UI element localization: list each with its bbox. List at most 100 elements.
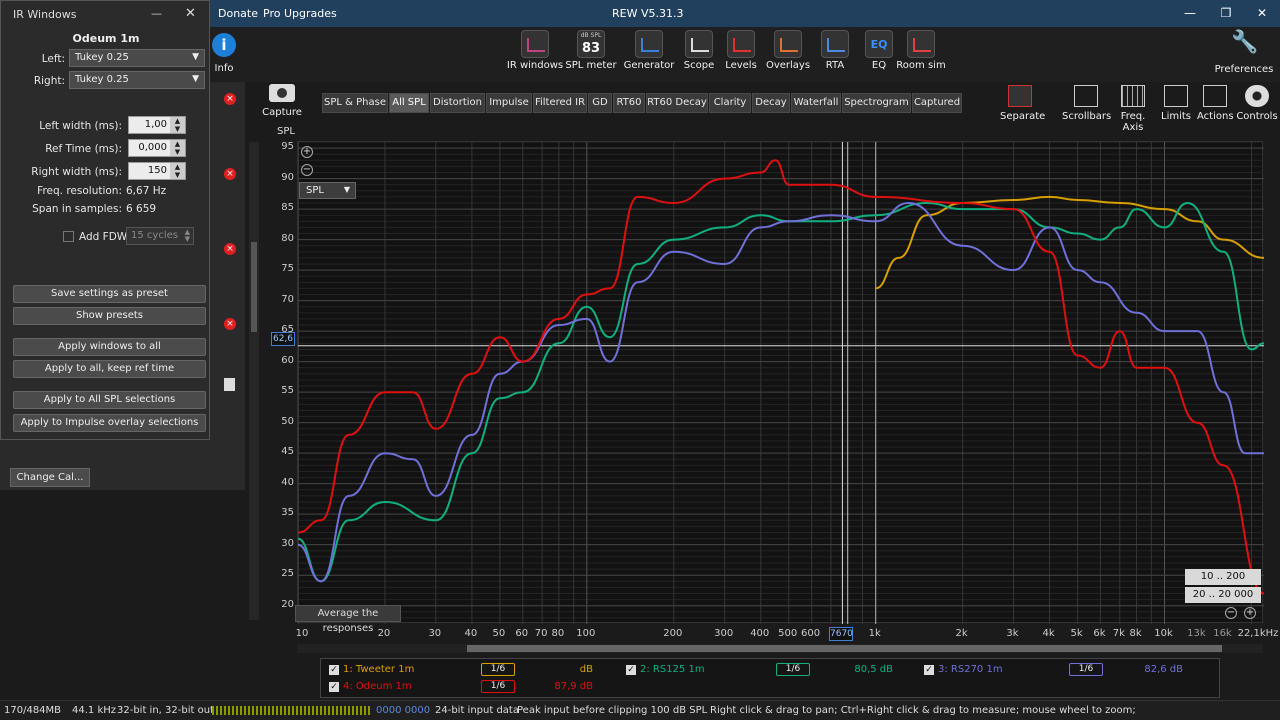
spinner-icon[interactable]: ▲ ▼ (170, 117, 185, 133)
tab-clarity[interactable]: Clarity (709, 93, 751, 113)
x-tick-label: 22,1kHz (1237, 628, 1279, 639)
left-window-select[interactable]: Tukey 0.25 ▼ (69, 49, 205, 67)
series-line-1 (875, 195, 1264, 290)
legend-checkbox[interactable]: ✓ (329, 682, 339, 692)
apply-impulse-overlay-button[interactable]: Apply to Impulse overlay selections (13, 414, 206, 432)
level-meters (212, 706, 370, 715)
tab-rt60[interactable]: RT60 (613, 93, 645, 113)
chevron-down-icon: ▼ (192, 52, 199, 62)
legend-checkbox[interactable]: ✓ (626, 665, 636, 675)
spl-selector[interactable]: SPL ▼ (299, 182, 356, 199)
freq-resolution-label: Freq. resolution: (37, 185, 122, 197)
tab-filtered-ir[interactable]: Filtered IR (533, 93, 587, 113)
left-width-value: 1,00 (144, 119, 167, 130)
legend-checkbox[interactable]: ✓ (924, 665, 934, 675)
spl-graph-svg[interactable] (298, 142, 1264, 624)
tab-decay[interactable]: Decay (752, 93, 790, 113)
add-fdw-checkbox[interactable] (63, 231, 74, 242)
zoom-in-icon[interactable]: + (301, 146, 313, 158)
right-width-field[interactable]: 150 ▲ ▼ (128, 162, 186, 180)
range-button-20-20000[interactable]: 20 .. 20 000 (1185, 587, 1261, 603)
remove-measurement-icon[interactable]: × (224, 168, 236, 180)
tab-gd[interactable]: GD (588, 93, 612, 113)
ref-time-value: 0,000 (138, 142, 167, 153)
tool-scrollbars[interactable]: Scrollbars (1062, 85, 1112, 122)
span-samples-label: Span in samples: (32, 203, 122, 215)
tool-room-sim[interactable]: Room sim (892, 27, 950, 71)
overlays-icon (774, 30, 802, 58)
tab-impulse[interactable]: Impulse (486, 93, 532, 113)
maximize-icon[interactable]: ❐ (1212, 4, 1240, 22)
smoothing-button[interactable]: 1/6 (481, 680, 515, 693)
minimize-icon[interactable]: — (1176, 4, 1204, 22)
zoom-out-icon[interactable]: − (301, 164, 313, 176)
tab-spectrogram[interactable]: Spectrogram (842, 93, 911, 113)
tool-label: Scrollbars (1062, 111, 1112, 122)
meter-readout: 0000 0000 (376, 705, 431, 716)
preferences-button[interactable]: 🔧 Preferences (1214, 30, 1274, 75)
zoom-out-x-icon[interactable]: − (1225, 607, 1237, 619)
limits-icon (1164, 85, 1188, 107)
spinner-icon[interactable]: ▲ ▼ (170, 163, 185, 179)
left-scrollbar[interactable] (249, 142, 259, 620)
tab-waterfall[interactable]: Waterfall (791, 93, 841, 113)
zoom-in-x-icon[interactable]: + (1244, 607, 1256, 619)
spl-selector-value: SPL (306, 185, 324, 196)
legend-checkbox[interactable]: ✓ (329, 665, 339, 675)
capture-button[interactable]: Capture (262, 84, 302, 118)
apply-windows-all-button[interactable]: Apply windows to all (13, 338, 206, 356)
x-tick-label: 100 (576, 628, 596, 639)
y-tick-label: 45 (281, 446, 294, 458)
smoothing-button[interactable]: 1/6 (481, 663, 515, 676)
right-window-select[interactable]: Tukey 0.25 ▼ (69, 71, 205, 89)
menu-donate[interactable]: Donate (218, 7, 258, 20)
tool-limits[interactable]: Limits (1158, 85, 1194, 122)
tab-all-spl[interactable]: All SPL (389, 93, 429, 113)
remove-measurement-icon[interactable]: × (224, 243, 236, 255)
average-responses-button[interactable]: Average the responses (295, 605, 401, 634)
tab-captured[interactable]: Captured (912, 93, 962, 113)
tool-label: Limits (1161, 111, 1191, 122)
dialog-minimize-icon[interactable]: — (151, 7, 162, 20)
measurement-icons-column: × × × × (218, 88, 244, 398)
notes-icon[interactable] (224, 378, 235, 391)
fdw-cycles-field[interactable]: 15 cycles ▲ ▼ (126, 227, 194, 245)
menu-pro-upgrades[interactable]: Pro Upgrades (263, 7, 337, 20)
close-icon[interactable]: ✕ (1248, 4, 1276, 22)
tool-freq-axis[interactable]: Freq. Axis (1111, 85, 1155, 133)
apply-all-keep-ref-button[interactable]: Apply to all, keep ref time (13, 360, 206, 378)
spinner-icon[interactable]: ▲ ▼ (170, 140, 185, 156)
chevron-down-icon: ▼ (192, 74, 199, 84)
remove-measurement-icon[interactable]: × (224, 318, 236, 330)
tool-actions[interactable]: Actions (1197, 85, 1234, 122)
spl-axis-label: SPL (277, 126, 295, 137)
tool-separate[interactable]: Separate (1000, 85, 1045, 122)
left-width-field[interactable]: 1,00 ▲ ▼ (128, 116, 186, 134)
apply-all-spl-button[interactable]: Apply to All SPL selections (13, 391, 206, 409)
tab-rt60-decay[interactable]: RT60 Decay (646, 93, 708, 113)
range-button-10-200[interactable]: 10 .. 200 (1185, 569, 1261, 585)
smoothing-button[interactable]: 1/6 (1069, 663, 1103, 676)
tab-spl-phase[interactable]: SPL & Phase (322, 93, 388, 113)
left-window-label: Left: (41, 53, 65, 65)
left-width-label: Left width (ms): (39, 120, 122, 132)
spl-graph[interactable]: + − SPL ▼ Average the responses 10 .. 20… (295, 141, 1264, 634)
smoothing-button[interactable]: 1/6 (776, 663, 810, 676)
x-tick-label: 40 (464, 628, 478, 639)
tool-spl-meter[interactable]: dB SPL 83 SPL meter (562, 27, 620, 71)
tool-ir-windows[interactable]: IR windows (506, 27, 564, 71)
ref-time-field[interactable]: 0,000 ▲ ▼ (128, 139, 186, 157)
actions-icon (1203, 85, 1227, 107)
y-tick-label: 25 (281, 568, 294, 580)
tool-label: Actions (1197, 111, 1234, 122)
info-icon: i (212, 33, 236, 57)
change-cal-button[interactable]: Change Cal... (10, 468, 90, 487)
tab-distortion[interactable]: Distortion (430, 93, 485, 113)
remove-measurement-icon[interactable]: × (224, 93, 236, 105)
info-button[interactable]: i Info (209, 30, 239, 74)
show-presets-button[interactable]: Show presets (13, 307, 206, 325)
x-scrollbar[interactable] (297, 644, 1263, 653)
dialog-close-icon[interactable]: ✕ (185, 6, 196, 21)
save-preset-button[interactable]: Save settings as preset (13, 285, 206, 303)
tool-controls[interactable]: Controls (1236, 85, 1278, 122)
